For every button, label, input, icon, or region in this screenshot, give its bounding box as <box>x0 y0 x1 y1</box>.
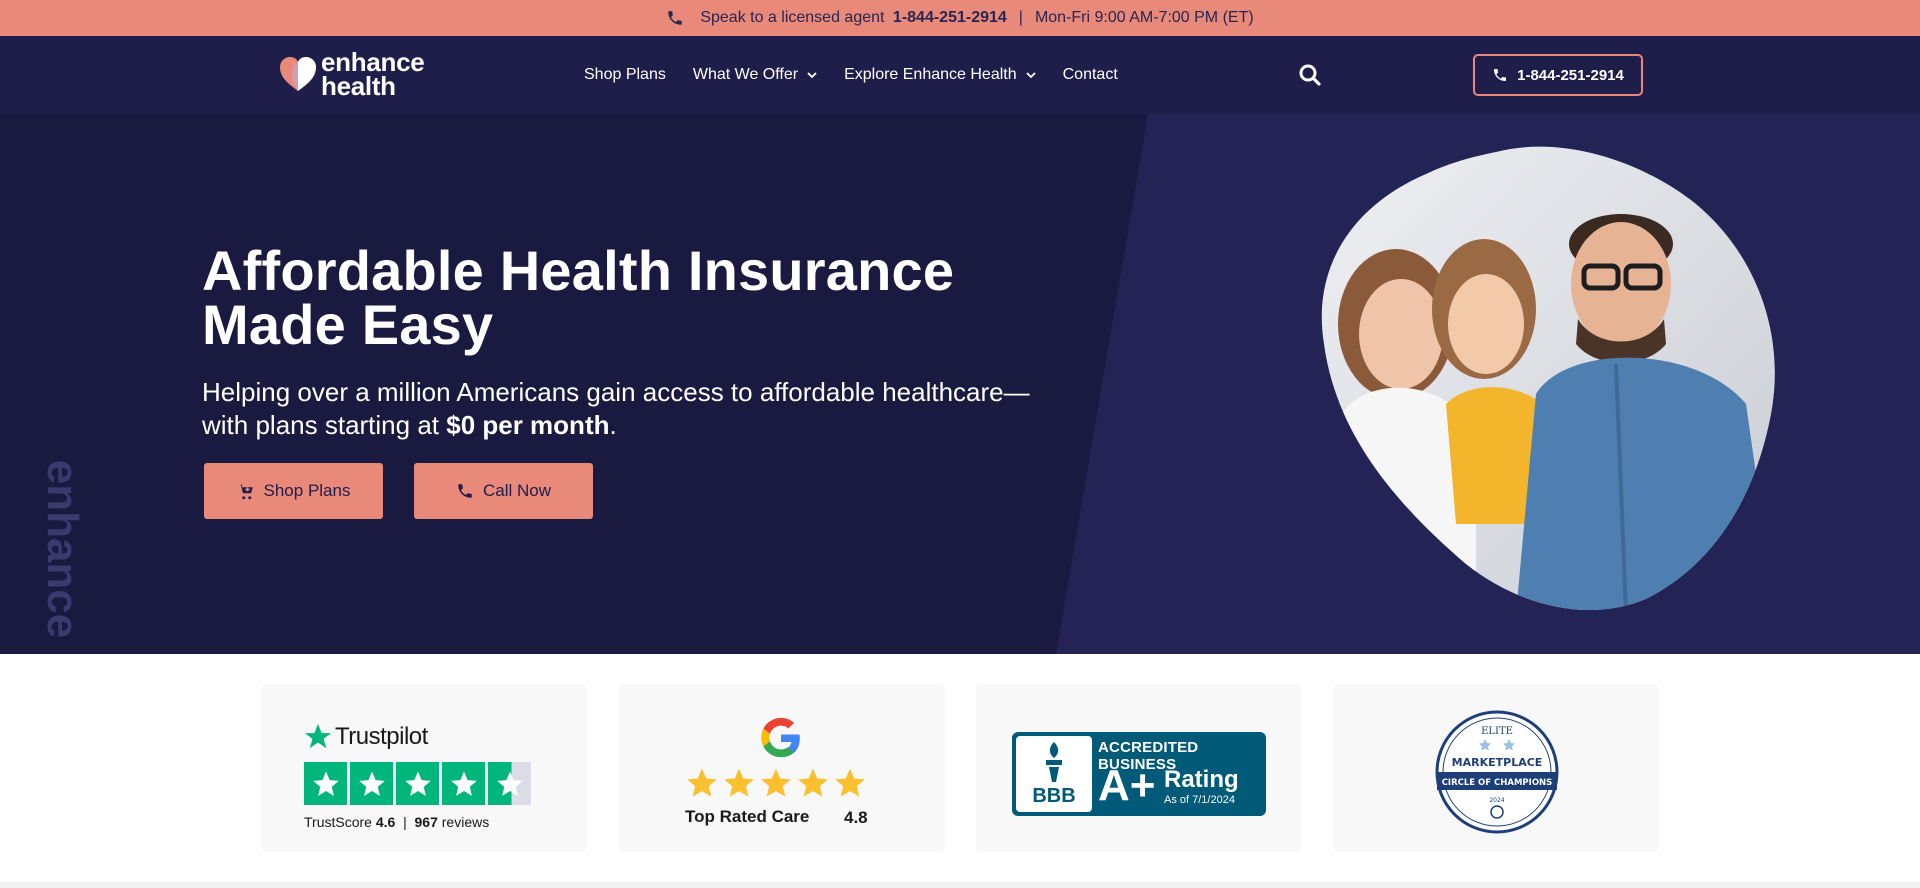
nav-link-label: What We Offer <box>692 66 799 83</box>
hero-title-line-2: Made Easy <box>202 293 494 356</box>
shop-plans-button[interactable]: Shop Plans <box>204 463 383 519</box>
separator: | <box>1018 9 1023 26</box>
phone-icon <box>458 484 472 498</box>
cart-icon <box>238 484 253 500</box>
hero-subtitle: Helping over a million Americans gain ac… <box>202 376 1102 442</box>
header-call-button[interactable]: 1-844-251-2914 <box>1473 54 1643 96</box>
logo-text: enhance health <box>321 49 425 101</box>
bbb-torch-icon <box>1046 742 1062 782</box>
star-icon <box>396 762 439 805</box>
nav-contact[interactable]: Contact <box>1063 66 1118 84</box>
star-icon <box>687 768 717 797</box>
topbar-phone-link[interactable]: 1-844-251-2914 <box>893 9 1007 27</box>
hero-price-highlight: $0 per month <box>446 410 610 440</box>
elite-band-text: CIRCLE OF CHAMPIONS <box>1442 778 1553 788</box>
agent-text: Speak to a licensed agent <box>700 9 885 26</box>
star-icon <box>442 762 485 805</box>
trustpilot-star-icon <box>304 723 332 749</box>
hero-subtitle-line-1: Helping over a million Americans gain ac… <box>202 377 1030 407</box>
phone-icon <box>668 11 683 25</box>
logo[interactable]: enhance health <box>277 49 425 101</box>
reviews-label: reviews <box>441 814 490 830</box>
call-now-button[interactable]: Call Now <box>414 463 593 519</box>
trust-badges-section: Trustpilot TrustScore 4.6 | 967 reviews <box>0 654 1920 888</box>
google-rating-label: Top Rated Care <box>685 807 810 826</box>
trustscore-label: TrustScore <box>304 814 372 830</box>
hero-title-line-1: Affordable Health Insurance <box>202 239 955 302</box>
hero-title: Affordable Health Insurance Made Easy <box>202 239 1102 356</box>
trustpilot-badge[interactable]: Trustpilot TrustScore 4.6 | 967 reviews <box>261 684 587 852</box>
google-rating-score: 4.8 <box>844 808 868 827</box>
nav-what-we-offer[interactable]: What We Offer <box>693 66 817 84</box>
star-icon <box>798 768 828 797</box>
review-count: 967 <box>414 814 438 830</box>
page: Speak to a licensed agent 1-844-251-2914… <box>0 0 1920 888</box>
nav-explore-enhance-health[interactable]: Explore Enhance Health <box>844 66 1036 84</box>
search-icon[interactable] <box>1298 63 1322 87</box>
heart-logo-icon <box>280 57 316 91</box>
bbb-logo: BBB <box>1016 736 1092 812</box>
star-icon <box>304 762 347 805</box>
bbb-badge[interactable]: BBB ACCREDITED BUSINESS A+ Rating As of … <box>976 684 1302 852</box>
trustpilot-score: TrustScore 4.6 | 967 reviews <box>304 814 489 830</box>
partial-star-icon <box>488 762 531 805</box>
top-announcement-bar: Speak to a licensed agent 1-844-251-2914… <box>0 0 1920 36</box>
elite-top-text: ELITE <box>1481 726 1513 737</box>
hero-watermark: enhance <box>38 459 87 639</box>
hero-subtitle-text: with plans starting at <box>202 410 447 440</box>
family-photo <box>1321 146 1775 611</box>
elite-marketplace-text: MARKETPLACE <box>1452 756 1543 769</box>
shop-plans-label: Shop Plans <box>263 481 351 500</box>
bbb-seal: BBB ACCREDITED BUSINESS A+ Rating As of … <box>1012 732 1266 816</box>
nav-link-label: Shop Plans <box>584 66 666 83</box>
chevron-down-icon <box>1025 72 1036 79</box>
bbb-rating-label: Rating <box>1164 766 1239 793</box>
header-call-label: 1-844-251-2914 <box>1517 66 1624 84</box>
chevron-down-icon <box>807 72 817 79</box>
hero-section: enhance Affordable Health Insurance Made… <box>0 114 1920 654</box>
nav-links: Shop Plans What We Offer Explore Enhance… <box>584 36 1118 114</box>
main-nav: enhance health Shop Plans What We Offer … <box>0 36 1920 114</box>
star-icon <box>761 768 791 797</box>
elite-seal-icon: ELITE MARKETPLACE CIRCLE OF CHAMPIONS 20… <box>1435 710 1559 834</box>
hero-subtitle-end: . <box>609 410 617 440</box>
nav-shop-plans[interactable]: Shop Plans <box>584 66 666 84</box>
separator: | <box>403 814 407 830</box>
nav-link-label: Explore Enhance Health <box>844 66 1017 83</box>
elite-year-text: 2024 <box>1489 797 1504 804</box>
phone-icon <box>1494 69 1507 81</box>
hero-subtitle-line-2: with plans starting at $0 per month. <box>202 409 1102 442</box>
star-icon <box>835 768 865 797</box>
nav-link-label: Contact <box>1062 66 1118 83</box>
trustpilot-name: Trustpilot <box>335 723 428 750</box>
elite-marketplace-badge[interactable]: ELITE MARKETPLACE CIRCLE OF CHAMPIONS 20… <box>1333 684 1659 852</box>
logo-line-2: health <box>321 71 396 101</box>
trustpilot-stars <box>304 762 534 805</box>
bbb-as-of: As of 7/1/2024 <box>1164 794 1235 806</box>
google-rating-badge[interactable]: Top Rated Care 4.8 <box>619 684 945 852</box>
star-icon <box>724 768 754 797</box>
bbb-grade: A+ <box>1098 761 1156 810</box>
star-icon <box>350 762 393 805</box>
trustscore-value: 4.6 <box>375 814 396 830</box>
google-stars <box>685 766 870 800</box>
call-now-label: Call Now <box>482 481 552 500</box>
bbb-text: BBB <box>1032 785 1076 807</box>
trustpilot-logo: Trustpilot <box>303 722 428 752</box>
hours-text: Mon-Fri 9:00 AM-7:00 PM (ET) <box>1034 9 1254 26</box>
google-logo-icon <box>761 717 800 758</box>
section-divider <box>0 882 1920 888</box>
